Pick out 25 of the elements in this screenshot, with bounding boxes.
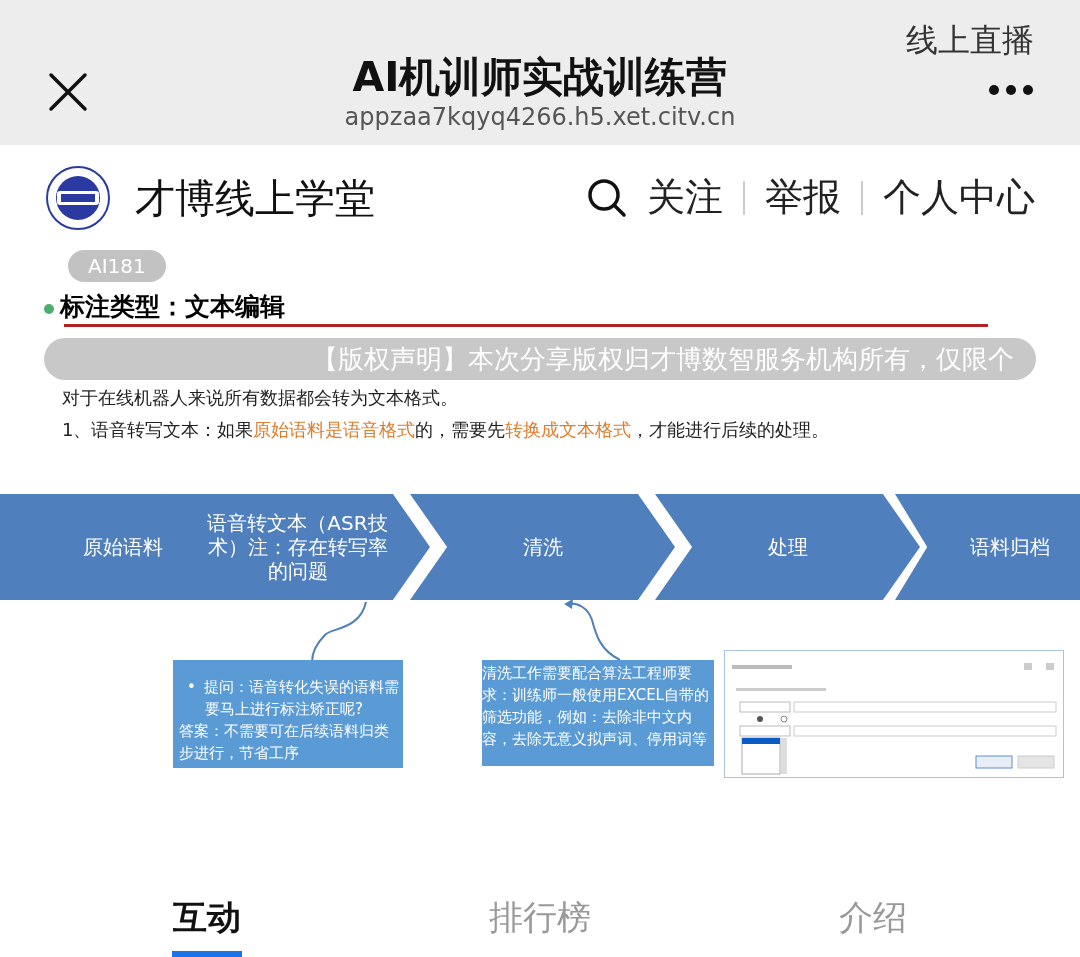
note-text: • 提问：语音转化失误的语料需要马上进行标注矫正呢?	[186, 677, 400, 720]
live-label: 线上直播	[906, 20, 1034, 61]
connector-line	[311, 601, 367, 663]
tab[interactable]: 互动	[40, 877, 374, 957]
slide-text: 对于在线机器人来说所有数据都会转为文本格式。	[62, 386, 458, 410]
nav-link[interactable]: 个人中心	[883, 169, 1035, 226]
note-text: 答案：不需要可在后续语料归类步进行，节省工序	[179, 721, 390, 764]
slide-text: 1、语音转写文本：如果原始语料是语音格式的，需要先转换成文本格式，才能进行后续的处理。	[62, 418, 830, 442]
logo-icon	[45, 164, 111, 231]
page-url: appzaa7kqyq4266.h5.xet.citv.cn	[344, 102, 736, 132]
note-text: 清洗工作需要配合算法工程师要求：训练师一般使用EXCEL自带的筛选功能，例如：去除非中文内容，去除无意义拟声词、停用词等	[482, 663, 710, 750]
process-step: 语料归档	[895, 494, 1080, 600]
nav-link[interactable]: 举报	[765, 169, 841, 226]
page-title: AI机训师实战训练营	[352, 52, 728, 102]
viewer-badge: AI181	[68, 250, 166, 282]
brand-name: 才博线上学堂	[135, 173, 375, 223]
bullet: •	[187, 678, 196, 696]
nav-link[interactable]: 关注	[647, 169, 723, 226]
more-icon[interactable]	[988, 84, 1034, 96]
process-step: 处理	[655, 494, 920, 600]
close-icon[interactable]	[48, 72, 88, 112]
process-step: 清洗	[410, 494, 675, 600]
connector-arrow	[564, 599, 621, 661]
search-icon[interactable]	[587, 177, 627, 218]
slide-heading: 标注类型：文本编辑	[60, 291, 285, 323]
